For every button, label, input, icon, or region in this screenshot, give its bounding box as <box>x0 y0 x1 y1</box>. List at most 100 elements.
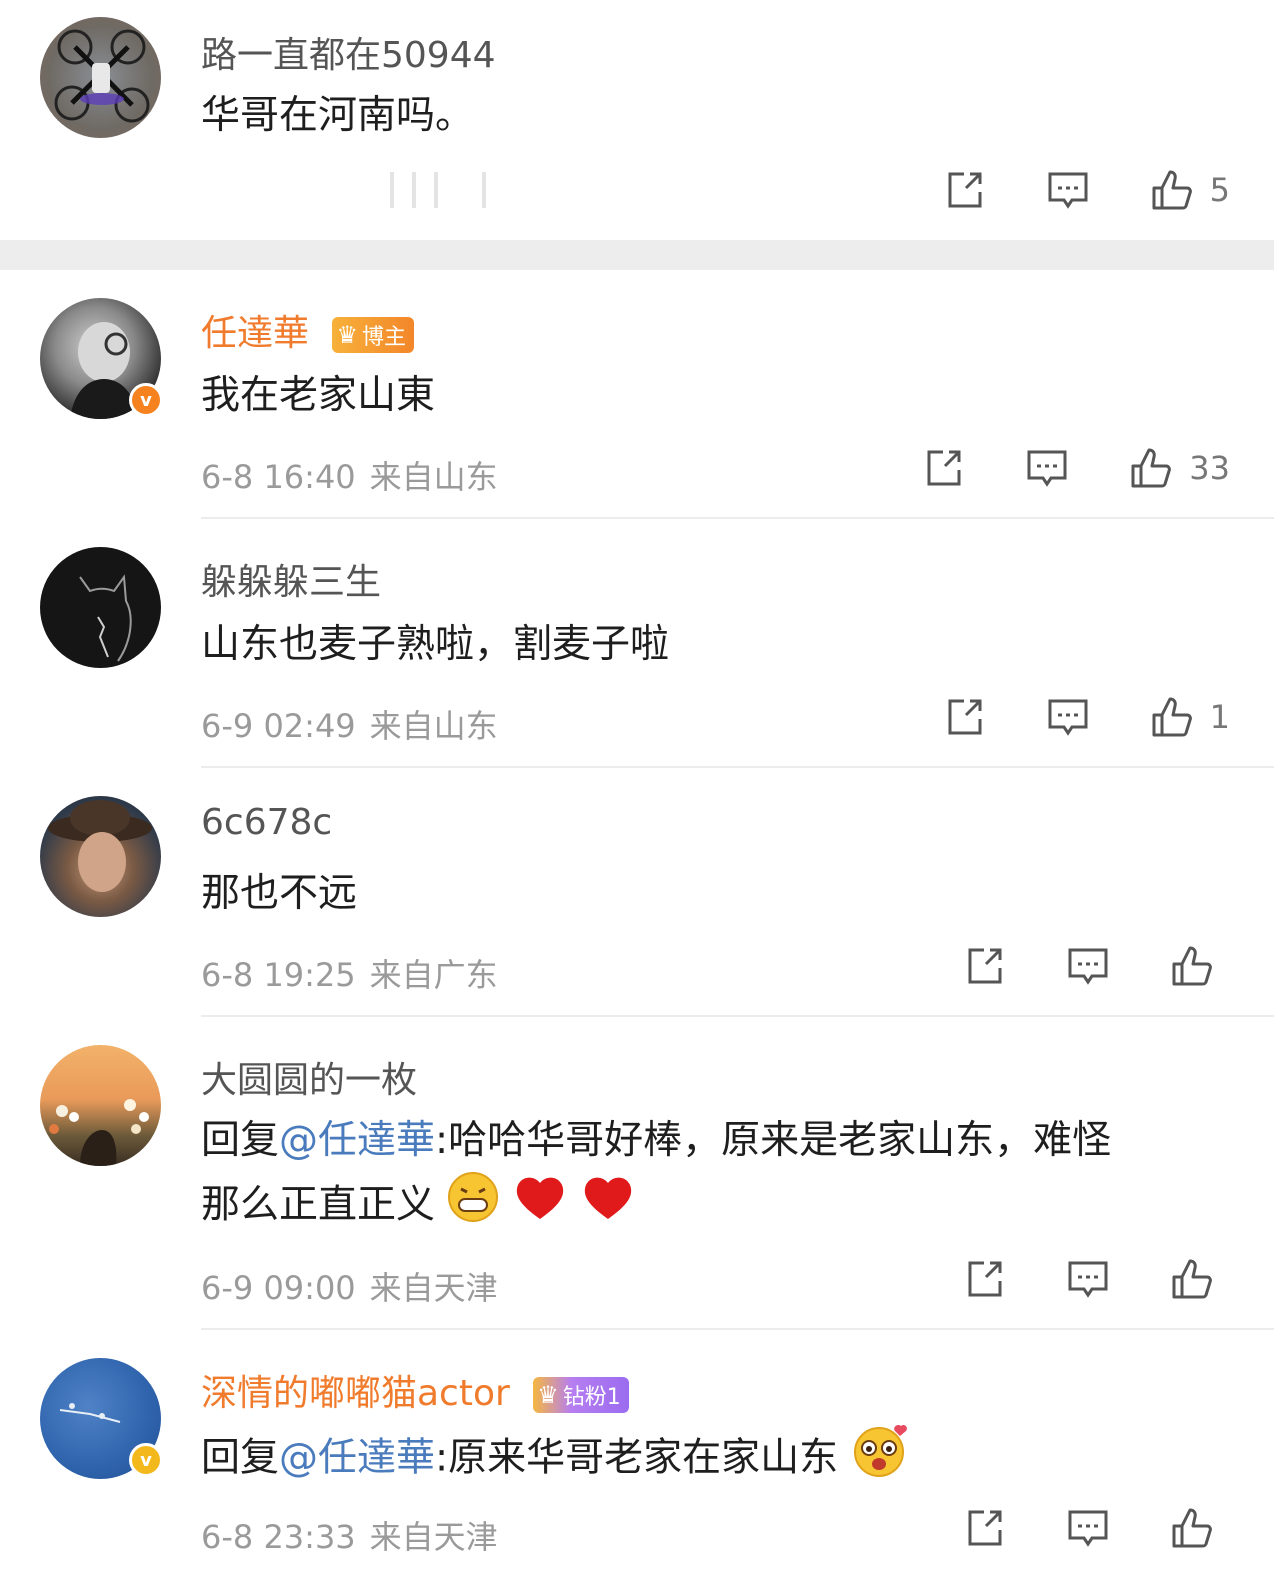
location: 来自天津 <box>369 1518 498 1556</box>
comment-button[interactable] <box>1066 1506 1110 1550</box>
location: 来自天津 <box>369 1269 498 1307</box>
share-button[interactable] <box>942 168 986 212</box>
comment-text: :原来华哥老家在家山东 <box>435 1435 839 1481</box>
share-button[interactable] <box>921 446 965 490</box>
share-icon <box>968 948 1002 984</box>
share-icon <box>948 699 982 735</box>
comment-button[interactable] <box>1025 446 1069 490</box>
like-count: 1 <box>1209 698 1230 736</box>
comment-button[interactable] <box>1046 168 1090 212</box>
like-button[interactable]: 5 <box>1150 168 1230 212</box>
blogger-badge: ♛ 博主 <box>332 317 414 353</box>
timestamp: 6-8 19:25 <box>201 956 356 994</box>
thumbs-up-icon <box>1152 170 1192 210</box>
comment-button[interactable] <box>1066 944 1110 988</box>
divider <box>201 1328 1274 1330</box>
share-icon <box>927 450 961 486</box>
thumbs-up-icon <box>1152 697 1192 737</box>
comment-actions <box>902 944 1230 988</box>
comment-icon <box>1027 450 1067 487</box>
grin-emoji-icon <box>447 1171 499 1243</box>
like-button[interactable] <box>1170 944 1230 988</box>
comment-text-line: 回复@任達華:原来华哥老家在家山东 <box>201 1422 911 1498</box>
username-label: 任達華 <box>201 313 310 354</box>
comment-text: 山东也麦子熟啦，割麦子啦 <box>201 622 670 667</box>
username[interactable]: 大圆圆的一枚 <box>201 1051 417 1103</box>
comment-meta: 6-8 23:33 来自天津 <box>201 1512 498 1558</box>
comment-icon <box>1048 172 1088 209</box>
thumbs-up-icon <box>1172 946 1212 986</box>
comment-actions: 1 <box>882 695 1230 739</box>
comment-button[interactable] <box>1066 1257 1110 1301</box>
comment-button[interactable] <box>1046 695 1090 739</box>
comment-text: 那也不远 <box>201 871 358 916</box>
location: 来自山东 <box>369 707 498 745</box>
badge-label: 博主 <box>361 325 406 350</box>
comment-actions: 5 <box>882 168 1230 212</box>
boy-avatar-image <box>48 800 152 892</box>
heart-emoji-icon <box>580 1171 636 1243</box>
timestamp: 6-9 09:00 <box>201 1269 356 1307</box>
location: 来自山东 <box>369 458 498 496</box>
mention-link[interactable]: @任達華 <box>279 1118 435 1163</box>
divider <box>201 766 1274 768</box>
avatar[interactable] <box>40 796 161 917</box>
flowers-avatar-image <box>49 1099 149 1166</box>
username[interactable]: 深情的嘟嘟猫actor ♛ 钻粉1 <box>201 1364 629 1416</box>
like-button[interactable] <box>1170 1257 1230 1301</box>
badge-label: 钻粉1 <box>562 1385 621 1410</box>
share-icon <box>968 1261 1002 1297</box>
comment-text: 我在老家山東 <box>201 373 436 418</box>
share-icon <box>948 172 982 208</box>
comment-meta: 6-9 02:49 来自山东 <box>201 701 498 747</box>
loading-bars <box>390 172 486 208</box>
verified-badge: v <box>129 383 163 417</box>
reply-prefix: 回复 <box>201 1118 280 1163</box>
avatar[interactable] <box>40 1045 161 1166</box>
comment-icon <box>1068 1510 1108 1547</box>
comment-icon <box>1068 1261 1108 1298</box>
avatar[interactable] <box>40 547 161 668</box>
comment-text-line-2: 那么正直正义 <box>201 1171 636 1243</box>
comment-actions <box>902 1506 1230 1550</box>
thumbs-up-icon <box>1172 1508 1212 1548</box>
avatar[interactable] <box>40 17 161 138</box>
comment-actions: 33 <box>861 446 1230 490</box>
username[interactable]: 躲躲躲三生 <box>201 553 381 605</box>
timestamp: 6-8 23:33 <box>201 1518 356 1556</box>
like-count: 5 <box>1209 171 1230 209</box>
avatar[interactable]: v <box>40 298 163 419</box>
share-button[interactable] <box>942 695 986 739</box>
username[interactable]: 6c678c <box>201 802 332 843</box>
comment-text-line-1: 回复@任達華:哈哈华哥好棒，原来是老家山东，难怪 <box>201 1109 1111 1173</box>
surprised-emoji-icon <box>851 1422 911 1498</box>
share-button[interactable] <box>962 1506 1006 1550</box>
comment-meta: 6-9 09:00 来自天津 <box>201 1263 498 1309</box>
comment-actions <box>902 1257 1230 1301</box>
username[interactable]: 路一直都在50944 <box>201 26 496 78</box>
comment-icon <box>1048 699 1088 736</box>
comment-text: :哈哈华哥好棒，原来是老家山东，难怪 <box>435 1118 1112 1163</box>
comment-meta: 6-8 19:25 来自广东 <box>201 950 498 996</box>
comment-icon <box>1068 948 1108 985</box>
share-button[interactable] <box>962 944 1006 988</box>
comment-text: 那么正直正义 <box>201 1182 436 1228</box>
comment-text: 华哥在河南吗。 <box>201 93 475 138</box>
timestamp: 6-8 16:40 <box>201 458 356 496</box>
like-count: 33 <box>1189 449 1230 487</box>
thumbs-up-icon <box>1131 448 1172 488</box>
verified-badge: v <box>129 1443 163 1477</box>
crown-icon: ♛ <box>537 1381 559 1409</box>
like-button[interactable] <box>1170 1506 1230 1550</box>
share-button[interactable] <box>962 1257 1006 1301</box>
like-button[interactable]: 33 <box>1129 446 1230 490</box>
cat-silhouette-avatar-image <box>79 574 132 662</box>
avatar[interactable]: v <box>40 1358 163 1479</box>
drone-avatar-image <box>54 29 150 123</box>
like-button[interactable]: 1 <box>1150 695 1230 739</box>
username[interactable]: 任達華 ♛ 博主 <box>201 304 414 356</box>
divider <box>201 517 1274 519</box>
divider <box>201 1015 1274 1017</box>
mention-link[interactable]: @任達華 <box>279 1436 435 1481</box>
crown-icon: ♛ <box>336 321 358 349</box>
